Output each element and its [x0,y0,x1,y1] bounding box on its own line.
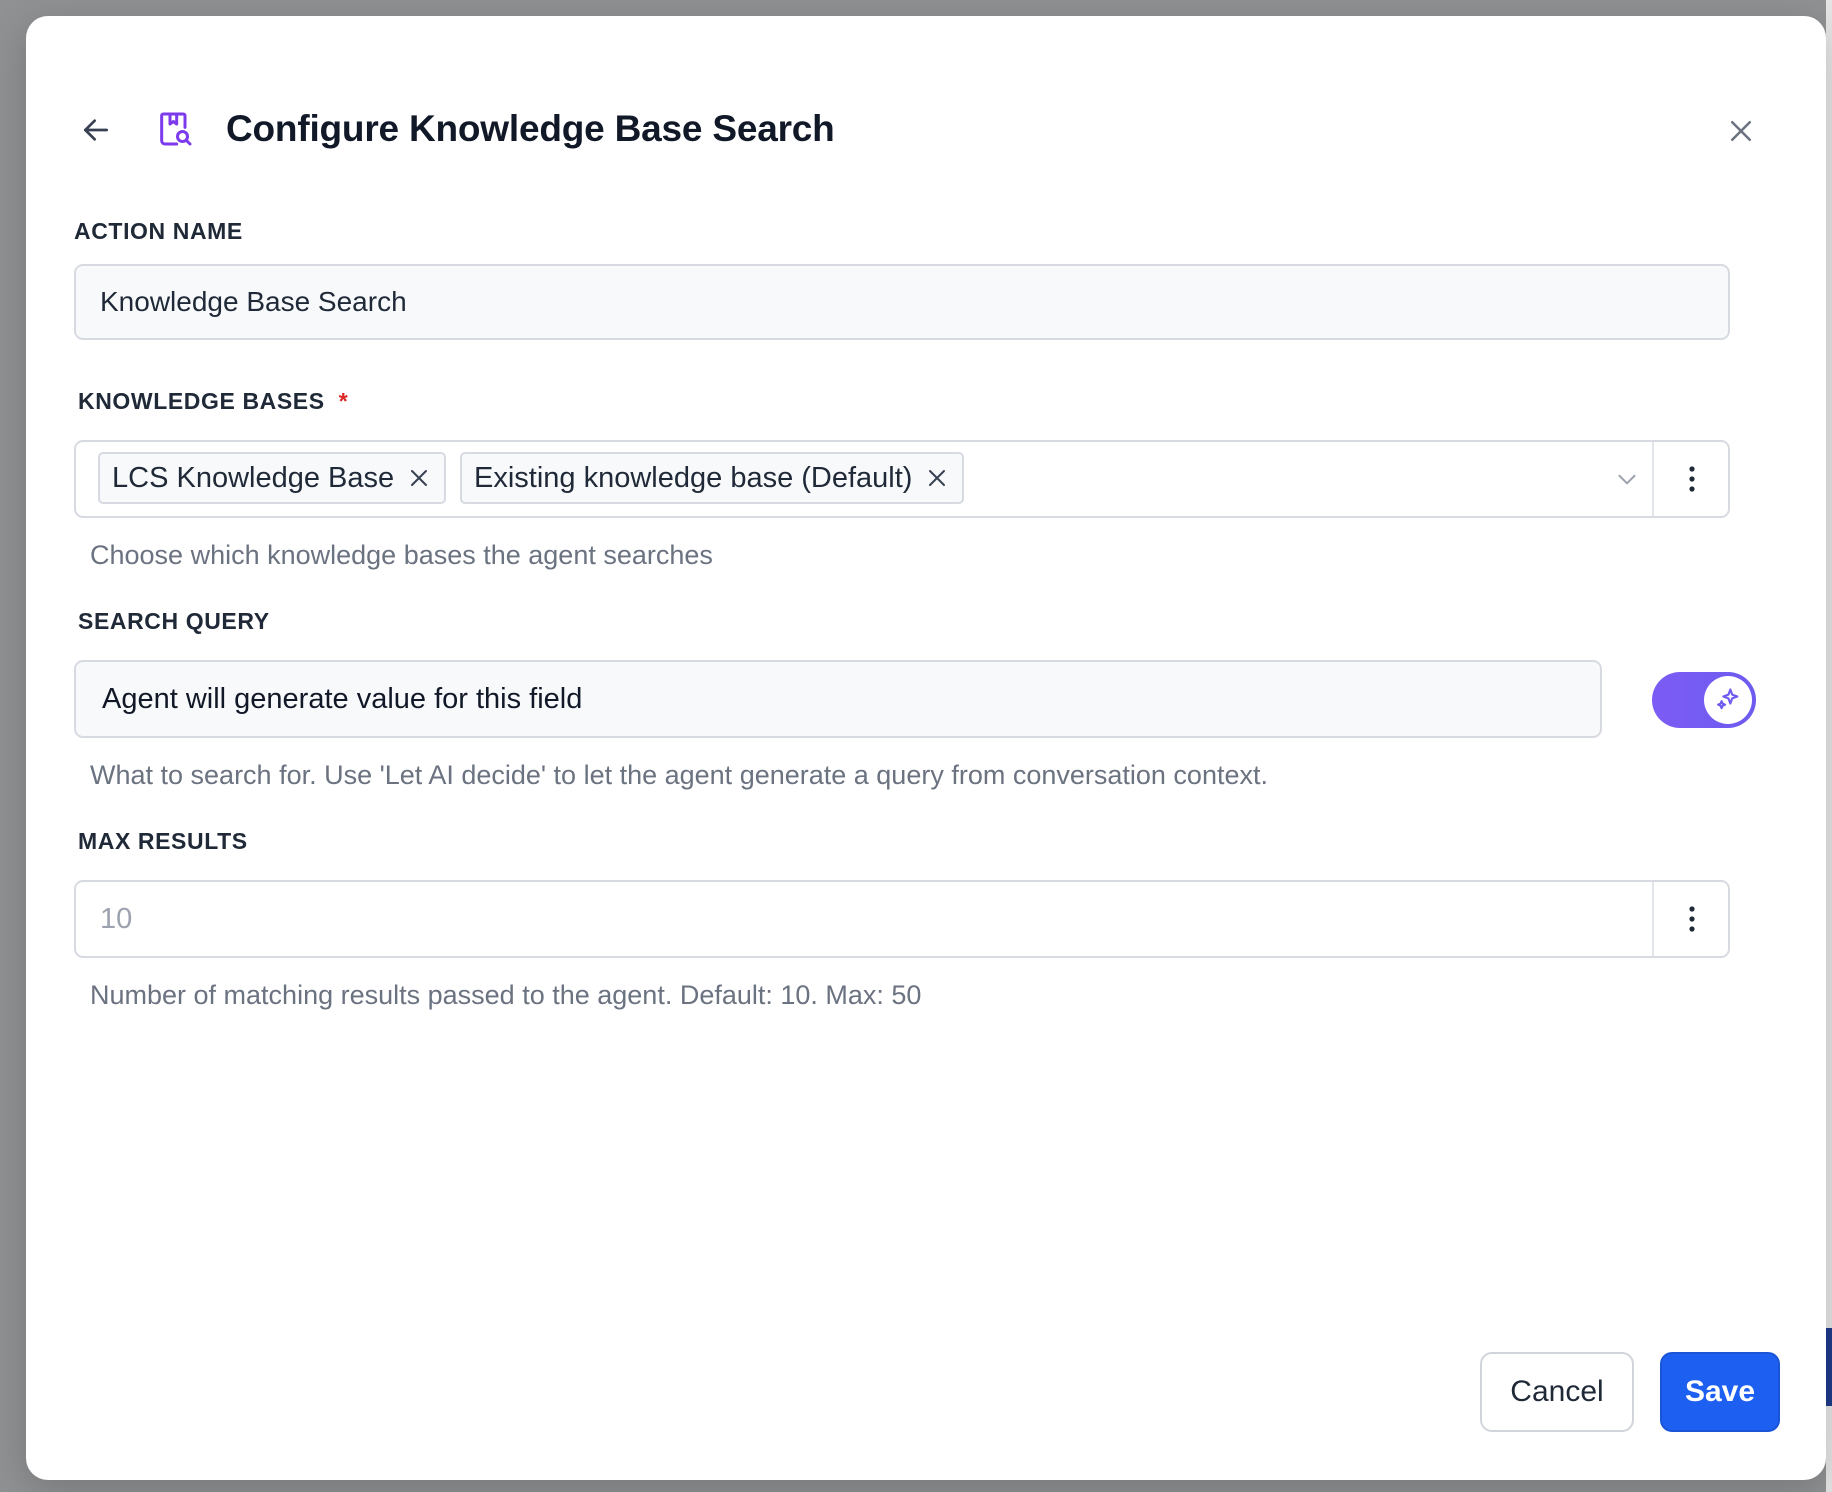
action-name-label: ACTION NAME [74,218,243,244]
max-results-more-options-button[interactable] [1654,882,1730,956]
close-icon [1731,121,1751,141]
knowledge-bases-label-text: KNOWLEDGE BASES [78,388,325,414]
kb-chip: Existing knowledge base (Default) [460,452,965,504]
kb-chip-label: LCS Knowledge Base [112,461,395,494]
action-name-field [74,264,1730,340]
arrow-left-icon [84,119,108,141]
max-results-field [74,880,1730,958]
close-icon [929,470,946,486]
remove-chip-button[interactable] [924,465,950,491]
max-results-help: Number of matching results passed to the… [90,980,922,1010]
let-ai-decide-toggle[interactable] [1652,672,1756,728]
remove-chip-button[interactable] [406,465,432,491]
toggle-knob [1704,676,1752,724]
knowledge-bases-select[interactable]: LCS Knowledge Base Existing knowledge ba… [74,440,1730,518]
knowledge-bases-help: Choose which knowledge bases the agent s… [90,540,713,570]
back-button[interactable] [74,108,118,152]
search-query-help: What to search for. Use 'Let AI decide' … [90,760,1268,790]
sparkles-icon [1717,688,1739,710]
close-button[interactable] [1720,110,1762,152]
close-icon [411,470,428,486]
search-query-input[interactable] [76,662,1600,736]
more-vertical-icon [1689,466,1695,492]
search-query-field [74,660,1602,738]
cancel-button[interactable]: Cancel [1480,1352,1634,1432]
save-button[interactable]: Save [1660,1352,1780,1432]
required-marker: * [338,388,349,414]
configure-dialog: Configure Knowledge Base Search ACTION N… [26,16,1826,1480]
knowledge-bases-label: KNOWLEDGE BASES * [78,388,348,415]
knowledge-base-search-icon [152,106,198,152]
kb-chip-label: Existing knowledge base (Default) [474,461,913,494]
search-query-label: SEARCH QUERY [78,608,270,634]
action-name-input[interactable] [76,266,1728,338]
kb-more-options-button[interactable] [1654,442,1730,516]
max-results-input[interactable] [76,882,1652,956]
more-vertical-icon [1689,906,1695,932]
backdrop-right-edge [1826,0,1832,1492]
dialog-header: Configure Knowledge Base Search [26,86,1826,172]
backdrop-accent [1826,1328,1832,1406]
max-results-label: MAX RESULTS [78,828,248,854]
dialog-title: Configure Knowledge Base Search [226,108,835,149]
chevron-down-icon[interactable] [1610,462,1644,496]
kb-chip: LCS Knowledge Base [98,452,447,504]
